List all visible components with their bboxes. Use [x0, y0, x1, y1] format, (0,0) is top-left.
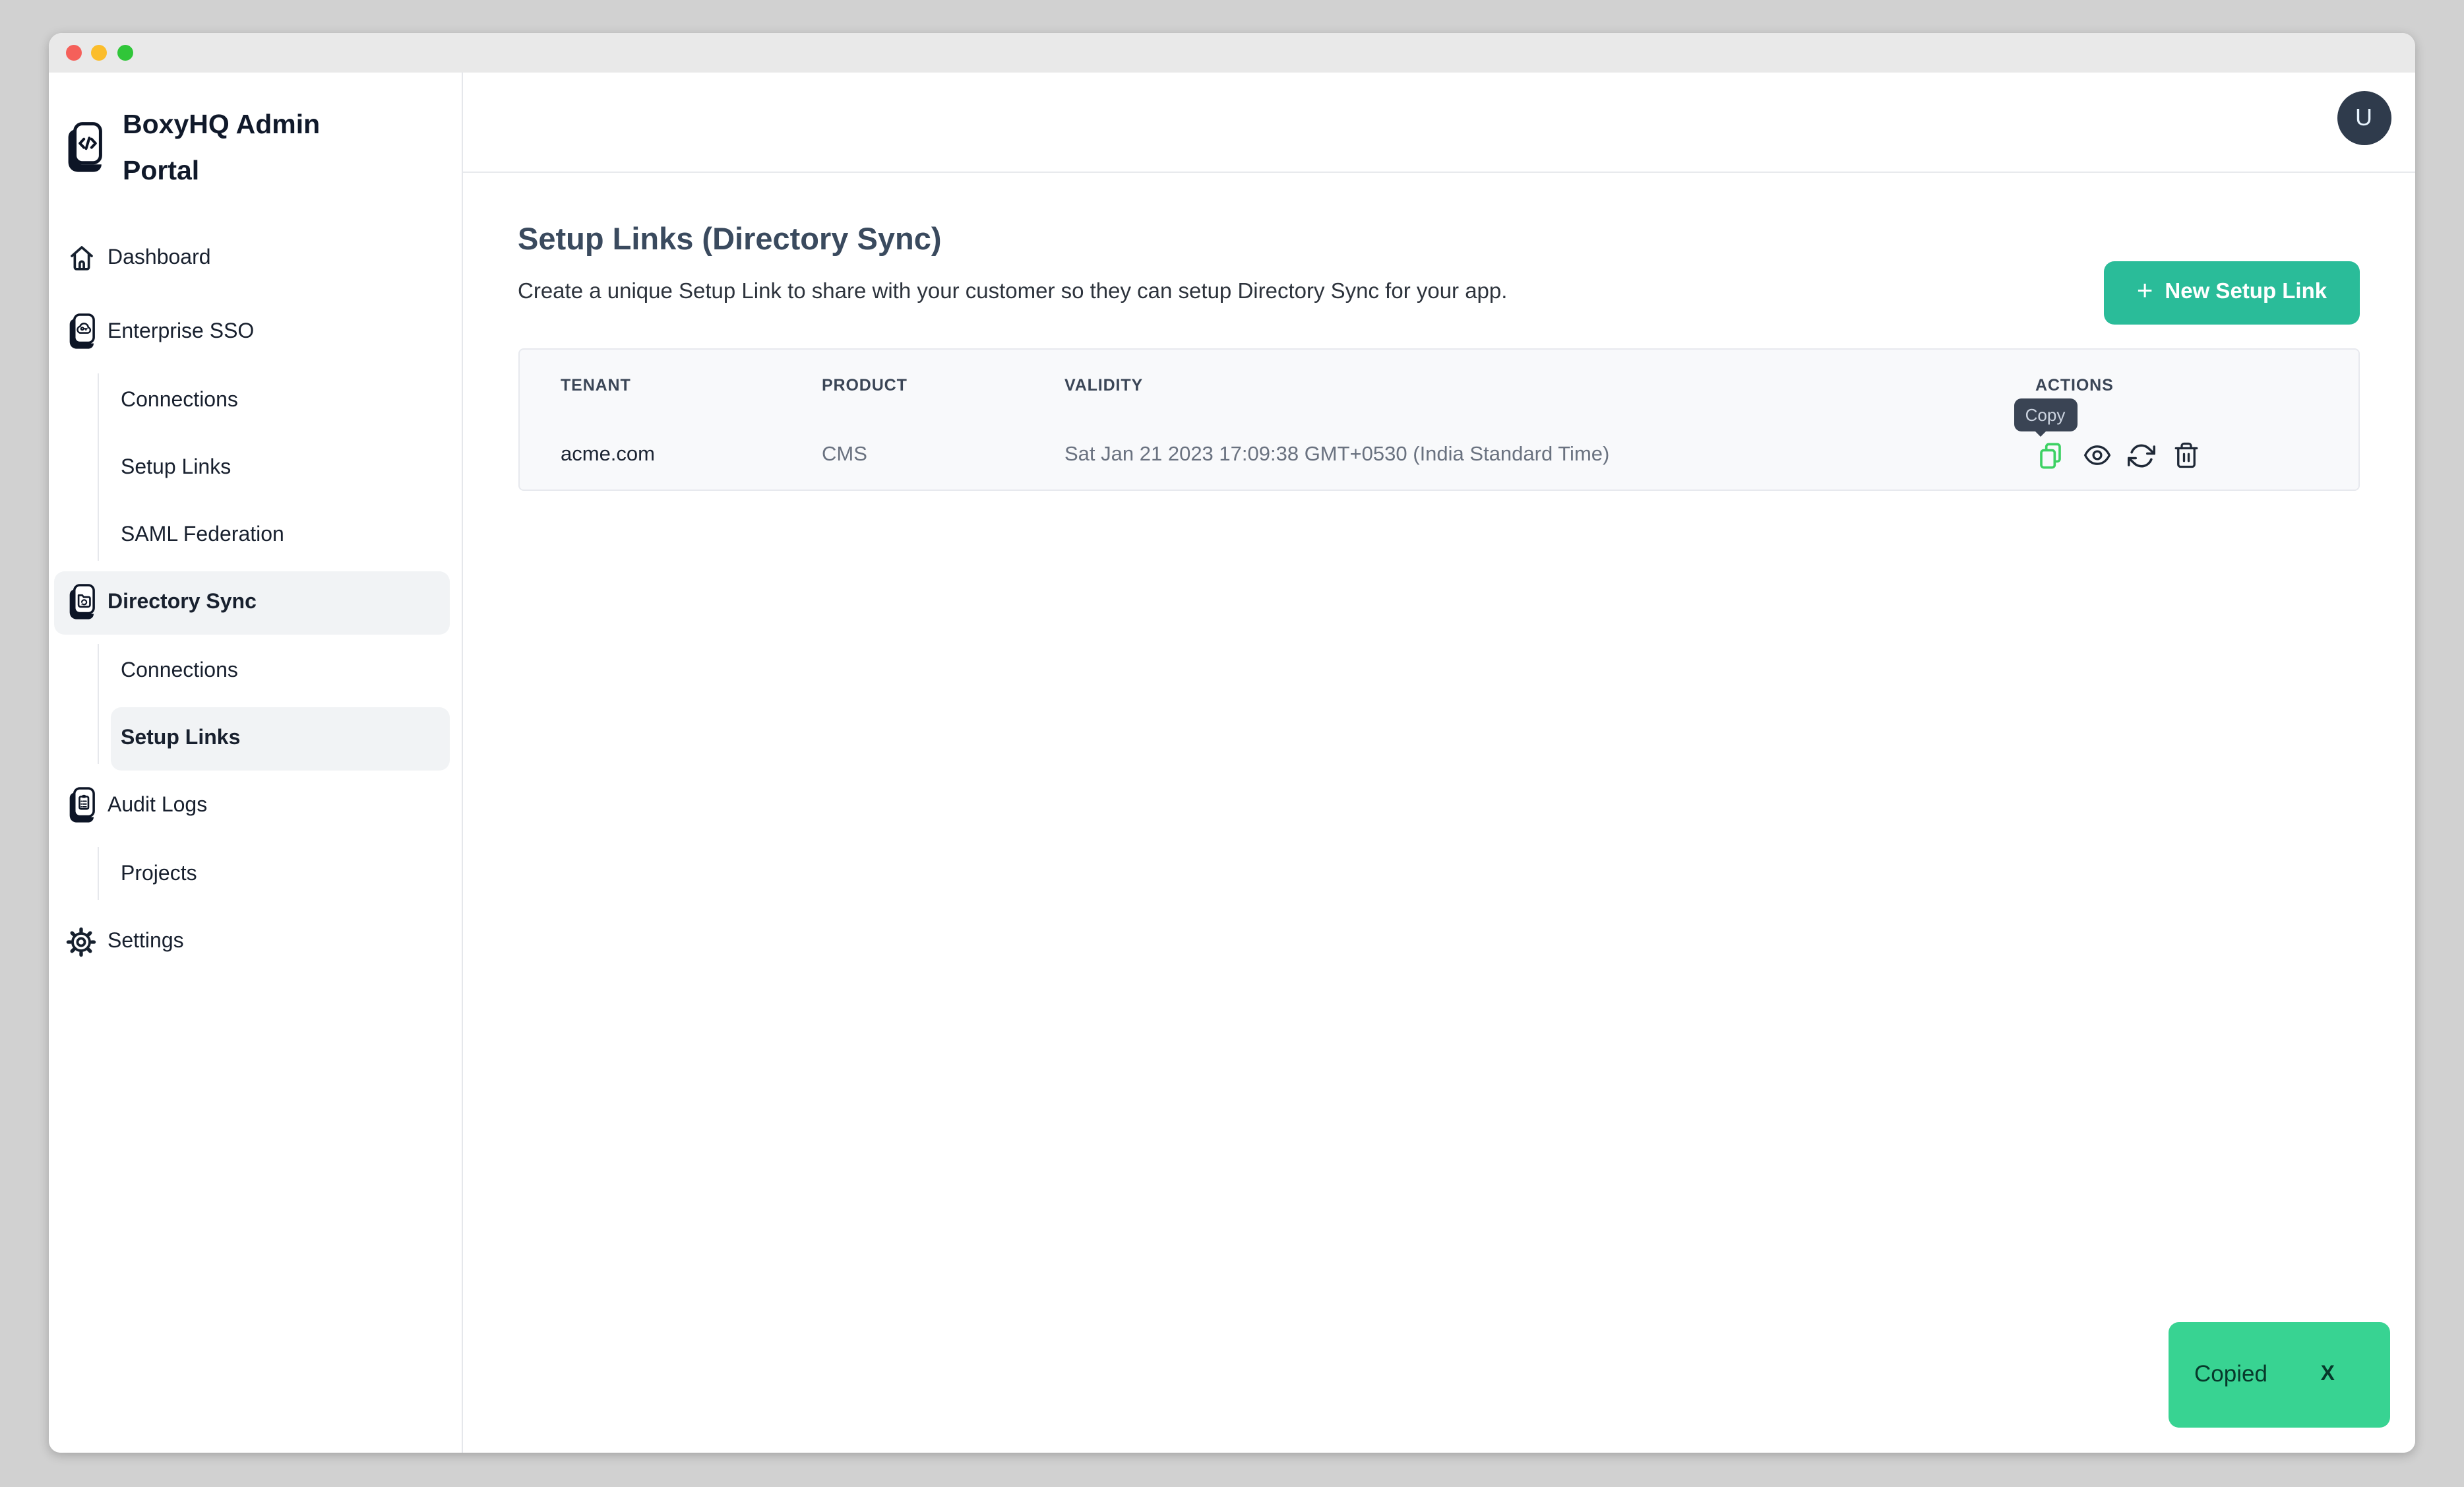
sidebar-item-label: Dashboard: [108, 246, 211, 270]
sidebar-item-settings[interactable]: Settings: [54, 910, 450, 973]
page-description: Create a unique Setup Link to share with…: [518, 280, 2360, 305]
sidebar-item-label: Directory Sync: [108, 590, 257, 614]
home-icon: [66, 241, 96, 274]
sidebar-item-directory-sync[interactable]: Directory Sync: [54, 571, 450, 634]
window-titlebar[interactable]: [49, 33, 2415, 73]
audit-logs-keycard-icon: [66, 787, 96, 825]
sidebar-item-ds-connections[interactable]: Connections: [110, 639, 450, 703]
minimize-window-button[interactable]: [91, 45, 107, 61]
close-window-button[interactable]: [65, 45, 81, 61]
cell-product: CMS: [822, 443, 1064, 467]
app-window: BoxyHQ Admin Portal Dashboard: [49, 33, 2415, 1453]
logo-row[interactable]: BoxyHQ Admin Portal: [63, 101, 462, 193]
sso-keycard-icon: [66, 313, 96, 351]
table-row: acme.com CMS Sat Jan 21 2023 17:09:38 GM…: [519, 421, 2358, 490]
toast-message: Copied: [2194, 1360, 2267, 1388]
page-content: Setup Links (Directory Sync) Create a un…: [463, 173, 2415, 1453]
sidebar-item-dashboard[interactable]: Dashboard: [54, 226, 450, 290]
directory-sync-keycard-icon: [66, 584, 96, 621]
directory-sync-subgroup: Connections Setup Links: [49, 639, 462, 770]
avatar-initial: U: [2355, 104, 2372, 132]
plus-icon: +: [2137, 275, 2153, 307]
copy-link-button[interactable]: [2035, 440, 2066, 470]
zoom-window-button[interactable]: [117, 45, 133, 61]
sidebar-item-audit-logs[interactable]: Audit Logs: [54, 774, 450, 837]
user-avatar[interactable]: U: [2337, 91, 2391, 145]
main-area: U Setup Links (Directory Sync) Create a …: [463, 73, 2415, 1453]
column-header-product: PRODUCT: [822, 376, 1064, 395]
sidebar-item-sso-setup-links[interactable]: Setup Links: [110, 436, 450, 499]
copied-toast: Copied X: [2168, 1321, 2390, 1427]
copy-tooltip-label: Copy: [2025, 405, 2066, 425]
app-body: BoxyHQ Admin Portal Dashboard: [49, 73, 2415, 1453]
regenerate-link-button[interactable]: [2128, 441, 2155, 469]
sidebar-item-saml-federation[interactable]: SAML Federation: [110, 503, 450, 567]
new-setup-link-button[interactable]: + New Setup Link: [2104, 261, 2360, 324]
eye-icon: [2082, 441, 2111, 470]
table-header-row: TENANT PRODUCT VALIDITY ACTIONS: [519, 350, 2358, 421]
column-header-actions: ACTIONS: [2035, 376, 2358, 395]
gear-icon: [66, 926, 96, 957]
sidebar-item-ds-setup-links[interactable]: Setup Links: [110, 707, 450, 770]
page-title: Setup Links (Directory Sync): [518, 222, 2360, 257]
column-header-validity: VALIDITY: [1064, 376, 2035, 395]
setup-links-table: TENANT PRODUCT VALIDITY ACTIONS acme.com…: [518, 348, 2360, 491]
trash-icon: [2172, 441, 2200, 470]
app-title: BoxyHQ Admin Portal: [123, 101, 354, 193]
sidebar: BoxyHQ Admin Portal Dashboard: [49, 73, 463, 1453]
sidebar-item-label: Enterprise SSO: [108, 320, 254, 344]
sidebar-nav: Dashboard: [49, 226, 462, 973]
sidebar-item-label: Settings: [108, 930, 184, 953]
sidebar-item-sso-connections[interactable]: Connections: [110, 369, 450, 432]
column-header-tenant: TENANT: [561, 376, 822, 395]
sidebar-item-projects[interactable]: Projects: [110, 842, 450, 906]
view-link-button[interactable]: [2082, 441, 2111, 470]
enterprise-sso-subgroup: Connections Setup Links SAML Federation: [49, 369, 462, 567]
cell-validity: Sat Jan 21 2023 17:09:38 GMT+0530 (India…: [1064, 443, 2035, 467]
copy-tooltip: Copy: [2014, 398, 2077, 431]
cell-tenant: acme.com: [561, 443, 822, 467]
sidebar-item-enterprise-sso[interactable]: Enterprise SSO: [54, 300, 450, 364]
copy-icon: [2035, 440, 2066, 470]
delete-link-button[interactable]: [2172, 441, 2200, 470]
new-setup-link-label: New Setup Link: [2165, 280, 2327, 305]
cell-actions: [2035, 440, 2358, 470]
boxyhq-logo-icon: [63, 121, 103, 193]
toast-close-icon[interactable]: X: [2321, 1362, 2335, 1386]
top-header: U: [463, 73, 2415, 173]
desktop-background: BoxyHQ Admin Portal Dashboard: [0, 0, 2464, 1487]
audit-logs-subgroup: Projects: [49, 842, 462, 906]
sidebar-item-label: Audit Logs: [108, 794, 207, 817]
refresh-icon: [2128, 441, 2155, 469]
